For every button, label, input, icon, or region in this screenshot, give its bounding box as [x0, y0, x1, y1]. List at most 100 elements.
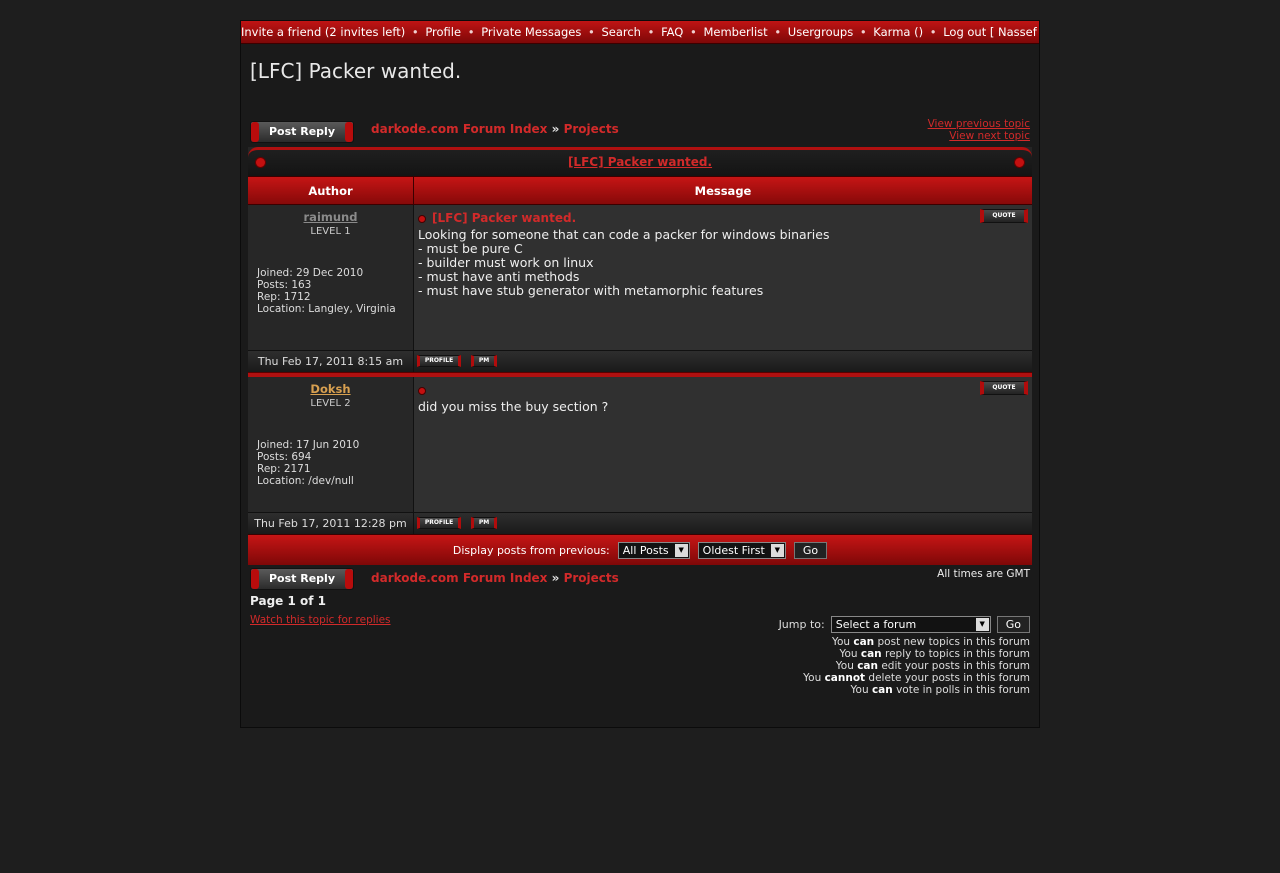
author-posts: Posts: 694 [257, 451, 312, 463]
post-line: did you miss the buy section ? [418, 399, 609, 414]
post-reply-button[interactable]: Post Reply [250, 568, 354, 590]
post-subject-text: [LFC] Packer wanted. [432, 211, 577, 225]
breadcrumb-index[interactable]: darkode.com Forum Index [371, 571, 547, 585]
permission-post: edit your posts in this forum [878, 660, 1030, 672]
sort-go-button[interactable]: Go [793, 541, 828, 559]
nav-separator: • [690, 25, 697, 39]
author-rep: Rep: 2171 [257, 463, 311, 475]
permission-pre: You [850, 684, 872, 696]
post-body: Looking for someone that can code a pack… [418, 228, 1032, 298]
next-topic-link[interactable]: View next topic [928, 130, 1030, 142]
permission-pre: You [835, 660, 858, 672]
quote-button[interactable]: QUOTE [980, 209, 1028, 223]
pm-button[interactable]: PM [471, 355, 497, 367]
chevron-down-icon: ▼ [770, 543, 784, 557]
permission-line: You cannot delete your posts in this for… [803, 672, 1030, 684]
nav-separator: • [774, 25, 782, 39]
post-actions: PROFILE PM [414, 513, 1032, 534]
permission-line: You can edit your posts in this forum [803, 660, 1030, 672]
nav-separator: • [929, 25, 937, 39]
post-row: raimund LEVEL 1 Joined: 29 Dec 2010 Post… [248, 205, 1032, 350]
watch-topic-link[interactable]: Watch this topic for replies [250, 614, 391, 626]
permission-mode: can [860, 648, 882, 660]
breadcrumb-index[interactable]: darkode.com Forum Index [371, 122, 547, 136]
post-author-cell: Doksh LEVEL 2 Joined: 17 Jun 2010 Posts:… [248, 377, 414, 512]
pagination: Page 1 of 1 [250, 594, 326, 608]
breadcrumb-arrow: » [551, 571, 560, 585]
author-level: LEVEL 1 [310, 226, 351, 237]
display-options-bar: Display posts from previous: All Posts ▼ … [248, 534, 1032, 565]
post-bullet-icon [418, 214, 426, 223]
panel-topic-title[interactable]: [LFC] Packer wanted. [568, 155, 712, 169]
author-joined: Joined: 17 Jun 2010 [257, 439, 360, 451]
post-bullet-icon [418, 386, 426, 395]
post-line: - builder must work on linux [418, 255, 594, 270]
post-author-cell: raimund LEVEL 1 Joined: 29 Dec 2010 Post… [248, 205, 414, 350]
previous-topic-link[interactable]: View previous topic [928, 118, 1030, 130]
quote-button[interactable]: QUOTE [980, 381, 1028, 395]
nav-private-messages[interactable]: Private Messages [481, 25, 581, 39]
period-select[interactable]: All Posts ▼ [617, 541, 690, 559]
permission-mode: cannot [824, 672, 866, 684]
nav-profile[interactable]: Profile [425, 25, 461, 39]
post-line: - must be pure C [418, 241, 523, 256]
pm-button[interactable]: PM [471, 517, 497, 529]
author-location: Location: Langley, Virginia [257, 303, 396, 315]
post-body: did you miss the buy section ? [418, 400, 1032, 414]
forum-select[interactable]: Select a forum ▼ [830, 616, 991, 633]
permission-pre: You [803, 672, 825, 684]
post-subject: [LFC] Packer wanted. [418, 211, 1032, 225]
breadcrumb: darkode.com Forum Index » Projects [371, 122, 619, 136]
nav-search[interactable]: Search [601, 25, 641, 39]
jump-go-button[interactable]: Go [996, 616, 1030, 633]
message-column-header: Message [694, 183, 752, 198]
jump-to-label: Jump to: [778, 618, 825, 631]
breadcrumb: darkode.com Forum Index » Projects [371, 571, 619, 585]
column-header: Author Message [248, 176, 1032, 205]
permission-pre: You [839, 648, 861, 660]
permissions-list: You can post new topics in this forum Yo… [803, 636, 1030, 696]
nav-karma[interactable]: Karma () [873, 25, 923, 39]
nav-separator: • [411, 25, 419, 39]
author-level: LEVEL 2 [310, 398, 351, 409]
chevron-down-icon: ▼ [975, 618, 989, 631]
nav-memberlist[interactable]: Memberlist [703, 25, 767, 39]
nav-logout[interactable]: Log out [ Nassef ] [943, 25, 1039, 39]
breadcrumb-forum[interactable]: Projects [564, 571, 619, 585]
profile-button[interactable]: PROFILE [417, 517, 461, 529]
left-dot-icon [255, 157, 266, 168]
permission-post: post new topics in this forum [874, 636, 1031, 648]
post-footer: Thu Feb 17, 2011 12:28 pm PROFILE PM [248, 512, 1032, 534]
post-reply-button[interactable]: Post Reply [250, 121, 354, 143]
right-dot-icon [1014, 157, 1025, 168]
post-message-cell: [LFC] Packer wanted. Looking for someone… [414, 205, 1032, 350]
post-line: - must have stub generator with metamorp… [418, 283, 764, 298]
permission-pre: You [831, 636, 854, 648]
post-subject [418, 383, 1032, 397]
nav-separator: • [588, 25, 595, 39]
order-select[interactable]: Oldest First ▼ [697, 541, 786, 559]
topic-panel: [LFC] Packer wanted. Author Message raim… [248, 147, 1032, 565]
nav-separator: • [467, 25, 475, 39]
author-location: Location: /dev/null [257, 475, 354, 487]
topic-nav: View previous topic View next topic [928, 118, 1030, 142]
post-author-name[interactable]: Doksh [248, 382, 413, 396]
post-actions: PROFILE PM [414, 351, 1032, 372]
post-row: Doksh LEVEL 2 Joined: 17 Jun 2010 Posts:… [248, 377, 1032, 512]
nav-invite[interactable]: Invite a friend (2 invites left) [241, 25, 405, 39]
chevron-down-icon: ▼ [674, 543, 688, 557]
profile-button[interactable]: PROFILE [417, 355, 461, 367]
permission-mode: can [871, 684, 893, 696]
nav-separator: • [859, 25, 867, 39]
author-profile-info: Joined: 17 Jun 2010 Posts: 694 Rep: 2171… [257, 439, 407, 487]
permission-mode: can [853, 636, 875, 648]
breadcrumb-forum[interactable]: Projects [564, 122, 619, 136]
jump-to: Jump to: Select a forum ▼ Go [779, 616, 1030, 633]
display-posts-label: Display posts from previous: [452, 543, 610, 557]
post-author-name[interactable]: raimund [248, 210, 413, 224]
nav-usergroups[interactable]: Usergroups [788, 25, 853, 39]
nav-faq[interactable]: FAQ [661, 25, 683, 39]
author-joined: Joined: 29 Dec 2010 [257, 267, 364, 279]
forum-select-value: Select a forum [835, 618, 917, 631]
post-date: Thu Feb 17, 2011 12:28 pm [248, 513, 414, 534]
